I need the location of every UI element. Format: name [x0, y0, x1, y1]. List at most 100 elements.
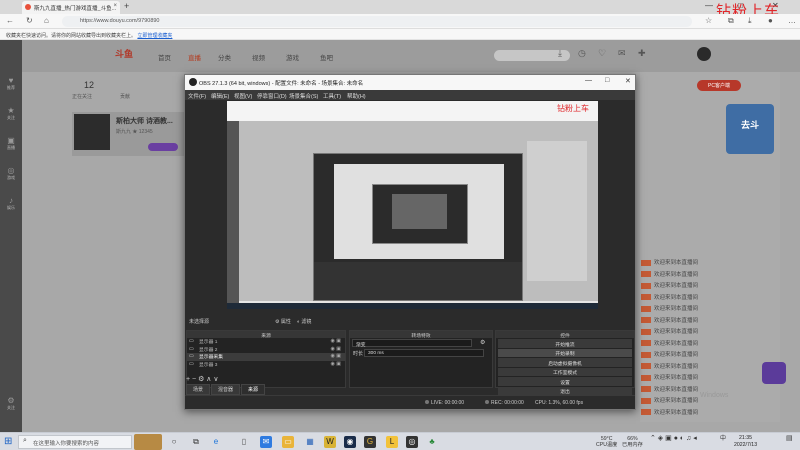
manage-favorites-link[interactable]: 立即管理收藏夹 [137, 33, 172, 39]
source-item[interactable]: ▭ 显示器 3 ◉ ▣ [187, 361, 345, 369]
filters-button[interactable]: ◐ 滤镜 [297, 318, 311, 325]
app-green-icon[interactable]: ♣ [426, 436, 438, 448]
obs-maximize-button[interactable]: □ [605, 77, 609, 84]
duration-input[interactable]: 300 ms [364, 349, 484, 357]
favorites-bar: 收藏夹栏快速访问。请将你的网站收藏导出到收藏夹栏上。 立即管理收藏夹 [0, 29, 800, 40]
app-w-icon[interactable]: W [324, 436, 336, 448]
extensions-icon[interactable]: ⧉ [728, 16, 734, 26]
gift-icon[interactable] [762, 362, 786, 384]
sidebar-item-ent[interactable]: ♪ 娱乐 [2, 196, 20, 211]
obs-minimize-button[interactable]: — [585, 77, 592, 84]
monitor-icon: ▭ [189, 360, 194, 367]
sidebar-item-game[interactable]: ◎ 游戏 [2, 166, 20, 181]
obs-taskbar-icon[interactable]: ◎ [406, 436, 418, 448]
start-recording-button[interactable]: 开始录制 [498, 348, 632, 358]
file-icon[interactable]: ▯ [238, 436, 250, 448]
source-item[interactable]: ▭ 显示器 2 ◉ ▣ [187, 346, 345, 354]
menu-edit[interactable]: 编辑(E) [211, 92, 229, 100]
download-icon[interactable]: ⤓ [558, 48, 562, 59]
tab-sources[interactable]: 来源 [241, 384, 266, 395]
site-favicon-icon [25, 4, 31, 10]
tab-close-icon[interactable]: × [113, 3, 117, 9]
menu-view[interactable]: 视图(V) [234, 92, 252, 100]
obs-close-button[interactable]: ✕ [625, 77, 631, 85]
folder-icon[interactable]: ▭ [282, 436, 294, 448]
task-view-icon[interactable]: ○ [168, 436, 180, 448]
chat-icon[interactable]: ⧉ [190, 436, 202, 448]
menu-scene-collection[interactable]: 场景集合(S) [289, 92, 318, 100]
menu-tools[interactable]: 工具(T) [323, 92, 341, 100]
app-l-icon[interactable]: L [386, 436, 398, 448]
transition-select[interactable]: 渐变 [352, 339, 472, 348]
properties-button[interactable]: ⚙ 属性 [275, 318, 291, 325]
windows-start-icon[interactable]: ⊞ [4, 436, 12, 447]
sidebar-item-bottom[interactable]: ⚙ 关注 [2, 396, 20, 411]
widgets-image[interactable] [134, 434, 162, 450]
site-logo[interactable]: 斗鱼 [115, 47, 133, 60]
mail-icon[interactable]: ✉ [260, 436, 272, 448]
source-item[interactable]: ▭ 显示器 1 ◉ ▣ [187, 338, 345, 346]
back-icon[interactable]: ← [6, 16, 14, 25]
nav-video[interactable]: 视频 [252, 52, 265, 62]
history-icon[interactable]: ◷ [578, 48, 586, 59]
heart-icon: ♥ [8, 76, 14, 85]
monitor-icon: ▭ [189, 345, 194, 352]
menu-docks[interactable]: 停靠窗口(D) [257, 92, 287, 100]
home-icon[interactable]: ⌂ [44, 16, 49, 25]
start-streaming-button[interactable]: 开始推流 [498, 339, 632, 348]
source-tools[interactable]: + − ⚙ ∧ ∨ [186, 375, 218, 383]
sidebar-item-recommend[interactable]: ♥ 推荐 [2, 76, 20, 91]
menu-help[interactable]: 帮助(H) [347, 92, 366, 100]
chat-message: 欢迎来到本直播间 [641, 373, 777, 385]
visibility-eye-icon[interactable]: ◉ ▣ [331, 353, 341, 359]
studio-mode-button[interactable]: 工作室模式 [498, 367, 632, 377]
app-g-icon[interactable]: G [364, 436, 376, 448]
tray-icons[interactable]: ⌃ ◈ ▣ ● ◐ ♫ ◂ [650, 435, 697, 442]
obs-menubar: 文件(F) 编辑(E) 视图(V) 停靠窗口(D) 场景集合(S) 工具(T) … [185, 90, 635, 100]
visibility-eye-icon[interactable]: ◉ ▣ [331, 361, 341, 367]
minimize-button[interactable]: — [705, 1, 713, 10]
user-badge-icon [641, 328, 651, 335]
tab-mixer[interactable]: 混音器 [211, 384, 241, 395]
user-avatar[interactable] [697, 47, 711, 61]
refresh-icon[interactable]: ↻ [26, 16, 33, 25]
edge-icon[interactable]: e [210, 436, 222, 448]
more-icon[interactable]: … [788, 16, 796, 25]
nav-fishbar[interactable]: 鱼吧 [320, 52, 333, 62]
store-icon[interactable]: ▦ [304, 436, 316, 448]
create-icon[interactable]: ✚ [638, 48, 646, 59]
nav-category[interactable]: 分类 [218, 52, 231, 62]
nav-home[interactable]: 首页 [158, 52, 171, 62]
profile-icon[interactable]: ● [768, 16, 773, 25]
new-tab-button[interactable]: + [124, 1, 129, 11]
clock[interactable]: 21:35 2022/7/13 [734, 435, 757, 449]
room-tag[interactable] [148, 143, 178, 151]
nav-live[interactable]: 直播 [188, 52, 201, 62]
anchor-avatar[interactable] [74, 114, 110, 150]
menu-file[interactable]: 文件(F) [188, 92, 206, 100]
visibility-eye-icon[interactable]: ◉ ▣ [331, 346, 341, 352]
steam-icon[interactable]: ◉ [344, 436, 356, 448]
obs-preview[interactable]: 钻粉上车 [227, 101, 598, 306]
downloads-icon[interactable]: ⤓ [748, 16, 752, 26]
message-icon[interactable]: ✉ [618, 48, 626, 59]
browser-tab[interactable]: 斯九九直播_热门游戏直播_斗鱼... × [22, 1, 120, 14]
sidebar-item-live[interactable]: ▣ 直播 [2, 136, 20, 151]
promo-banner[interactable]: 去斗 [726, 104, 774, 154]
virtual-camera-button[interactable]: 启动虚拟摄像机 [498, 358, 632, 367]
transition-settings-icon[interactable]: ⚙ [480, 339, 485, 346]
sidebar-item-follow[interactable]: ★ 关注 [2, 106, 20, 121]
source-item[interactable]: ▭ 显示器采集 ◉ ▣ [187, 353, 345, 361]
language-indicator[interactable]: 中 [720, 436, 726, 442]
url-field[interactable]: https://www.douyu.com/9790890 [62, 16, 692, 27]
nav-game[interactable]: 游戏 [286, 52, 299, 62]
collections-icon[interactable]: ☆ [705, 16, 712, 25]
follow-icon[interactable]: ♡ [598, 48, 606, 59]
pc-client-button[interactable]: PC客户端 [697, 80, 741, 91]
taskbar-search[interactable]: ⌕ 在这里输入你要搜索的内容 [18, 435, 132, 449]
tab-scenes[interactable]: 场景 [186, 384, 211, 395]
notification-icon[interactable]: ▤ [786, 435, 793, 442]
room-title: 斯柏大师 诗酒教... [116, 118, 173, 125]
settings-button[interactable]: 设置 [498, 377, 632, 386]
visibility-eye-icon[interactable]: ◉ ▣ [331, 338, 341, 344]
